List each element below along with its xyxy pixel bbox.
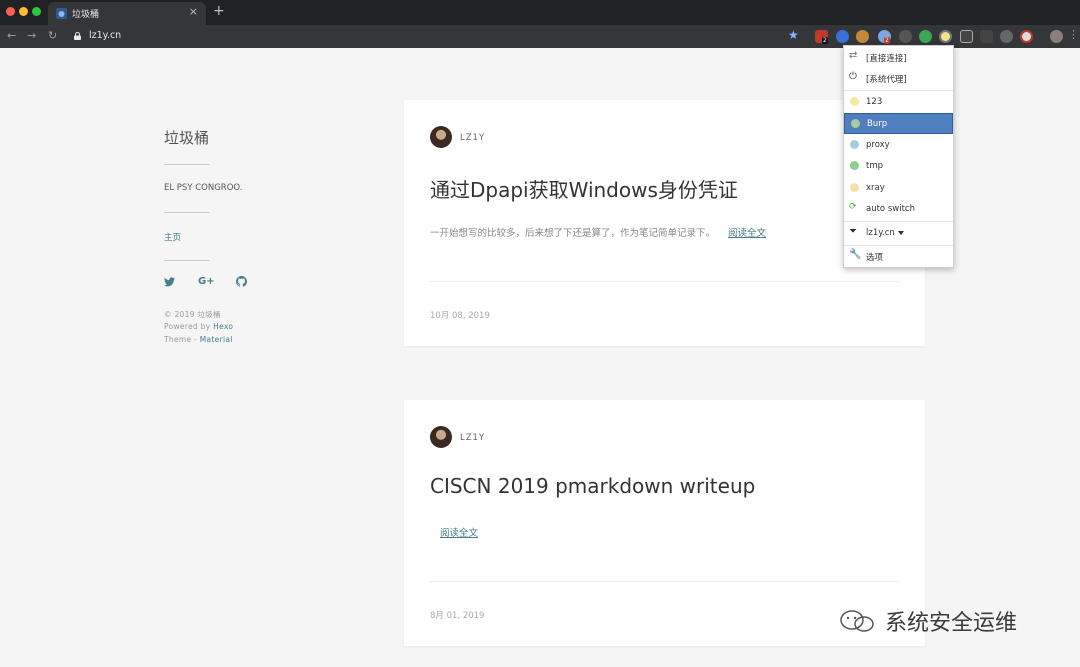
menu-item-domain[interactable]: ⏷ lz1y.cn [844,223,953,243]
site-subtitle: EL PSY CONGROO. [164,183,243,193]
tab-title: 垃圾桶 [72,10,100,20]
extension-icon-2[interactable] [836,30,849,43]
theme-label: Theme - [164,335,200,344]
filter-icon: ⏷ [849,226,857,237]
theme-credit: Theme - Material [164,335,233,344]
extension-icon-11[interactable] [1020,30,1033,43]
post-excerpt: 一开始想写的比较多，后来想了下还是算了，作为笔记简单记录下。 阅读全文 [430,225,766,239]
read-more-link[interactable]: 阅读全文 [440,528,478,539]
powered-by: Powered by Hexo [164,322,233,331]
settings-gear-icon[interactable] [899,30,912,43]
divider [164,164,210,165]
hexo-link[interactable]: Hexo [213,322,233,331]
extension-icon-8[interactable] [960,30,973,43]
menu-item-label: xray [866,183,885,193]
post-date: 10月 08, 2019 [430,311,490,321]
back-button[interactable]: ← [7,29,16,42]
menu-item-label: proxy [866,140,890,150]
extension-badge: 2 [822,37,828,44]
menu-item-label: 123 [866,97,883,107]
menu-item-label: tmp [866,161,884,171]
evernote-icon[interactable] [919,30,932,43]
bookmark-star-icon[interactable]: ★ [788,28,799,42]
browser-tab[interactable]: 垃圾桶 × [48,2,206,25]
copyright-text: © 2019 垃圾桶 [164,310,221,319]
author-avatar[interactable] [430,426,452,448]
watermark-text: 系统安全运维 [885,611,1018,636]
reload-button[interactable]: ↻ [48,29,57,42]
globe-icon [850,140,859,149]
home-link[interactable]: 主页 [164,231,181,243]
twitter-icon[interactable] [164,277,175,287]
author-name[interactable]: LZ1Y [460,433,485,443]
new-tab-button[interactable]: + [213,3,225,19]
globe-icon [850,183,859,192]
menu-item-profile[interactable]: xray [844,178,953,198]
author-name[interactable]: LZ1Y [460,133,485,143]
menu-separator [844,90,953,91]
forward-button[interactable]: → [27,29,36,42]
address-bar[interactable]: lz1y.cn [89,30,121,41]
menu-item-label: Burp [867,119,888,129]
github-icon[interactable] [236,276,247,287]
menu-item-profile[interactable]: tmp [844,156,953,176]
post-excerpt: 阅读全文 [440,525,478,539]
menu-separator [844,221,953,222]
auto-switch-icon: ⟳ [849,202,857,212]
divider [164,260,210,261]
switch-arrows-icon: ⇄ [849,50,858,61]
domain-label: lz1y.cn [866,228,895,238]
excerpt-text: 一开始想写的比较多，后来想了下还是算了，作为笔记简单记录下。 [430,228,716,239]
site-title[interactable]: 垃圾桶 [164,127,209,148]
tab-close-icon[interactable]: × [189,5,198,18]
extension-icon-3[interactable] [856,30,869,43]
proxy-dropdown-menu: ⇄ [直接连接] ⏻ [系统代理] 123 Burp proxy tmp xra… [843,45,954,268]
wechat-logo-icon [840,610,874,632]
profile-avatar[interactable] [1050,30,1063,43]
read-more-link[interactable]: 阅读全文 [728,228,766,239]
menu-item-label: [系统代理] [866,75,907,85]
menu-item-system[interactable]: ⏻ [系统代理] [844,68,953,88]
globe-icon [850,97,859,106]
powered-by-label: Powered by [164,322,214,331]
close-window-button[interactable] [6,7,15,16]
menu-item-auto-switch[interactable]: ⟳ auto switch [844,199,953,219]
card-divider [430,281,900,282]
menu-item-profile[interactable]: proxy [844,135,953,155]
browser-window: 垃圾桶 × + ← → ↻ lz1y.cn ★ 2 2 ⋮ 垃圾桶 EL PSY… [0,0,1080,667]
wifi-icon[interactable] [1000,30,1013,43]
lock-icon [74,32,81,40]
card-divider [430,581,900,582]
github-cat-icon [56,8,67,19]
author-avatar[interactable] [430,126,452,148]
menu-kebab-icon[interactable]: ⋮ [1068,28,1079,41]
menu-item-label: 选项 [866,253,884,263]
menu-item-label: lz1y.cn [866,228,904,238]
google-plus-icon[interactable]: G+ [198,276,215,287]
power-icon: ⏻ [849,71,857,82]
minimize-window-button[interactable] [19,7,28,16]
tab-bar: 垃圾桶 × + [0,0,1080,25]
proxy-switcher-icon[interactable] [939,30,952,43]
menu-item-label: [直接连接] [866,54,907,64]
material-link[interactable]: Material [200,335,233,344]
extension-icon-9[interactable] [980,30,993,43]
menu-item-profile[interactable]: 123 [844,92,953,112]
wrench-icon: 🔧 [849,249,862,260]
extension-badge-red: 2 [884,37,890,44]
menu-item-options[interactable]: 🔧 选项 [844,246,953,266]
menu-item-direct[interactable]: ⇄ [直接连接] [844,47,953,67]
post-title[interactable]: 通过Dpapi获取Windows身份凭证 [430,174,738,203]
post-title[interactable]: CISCN 2019 pmarkdown writeup [430,474,755,498]
globe-icon [851,119,860,128]
menu-item-profile-active[interactable]: Burp [844,113,953,134]
divider [164,212,210,213]
maximize-window-button[interactable] [32,7,41,16]
post-date: 8月 01, 2019 [430,611,485,621]
globe-icon [850,161,859,170]
menu-item-label: auto switch [866,204,915,214]
caret-down-icon [897,230,904,235]
